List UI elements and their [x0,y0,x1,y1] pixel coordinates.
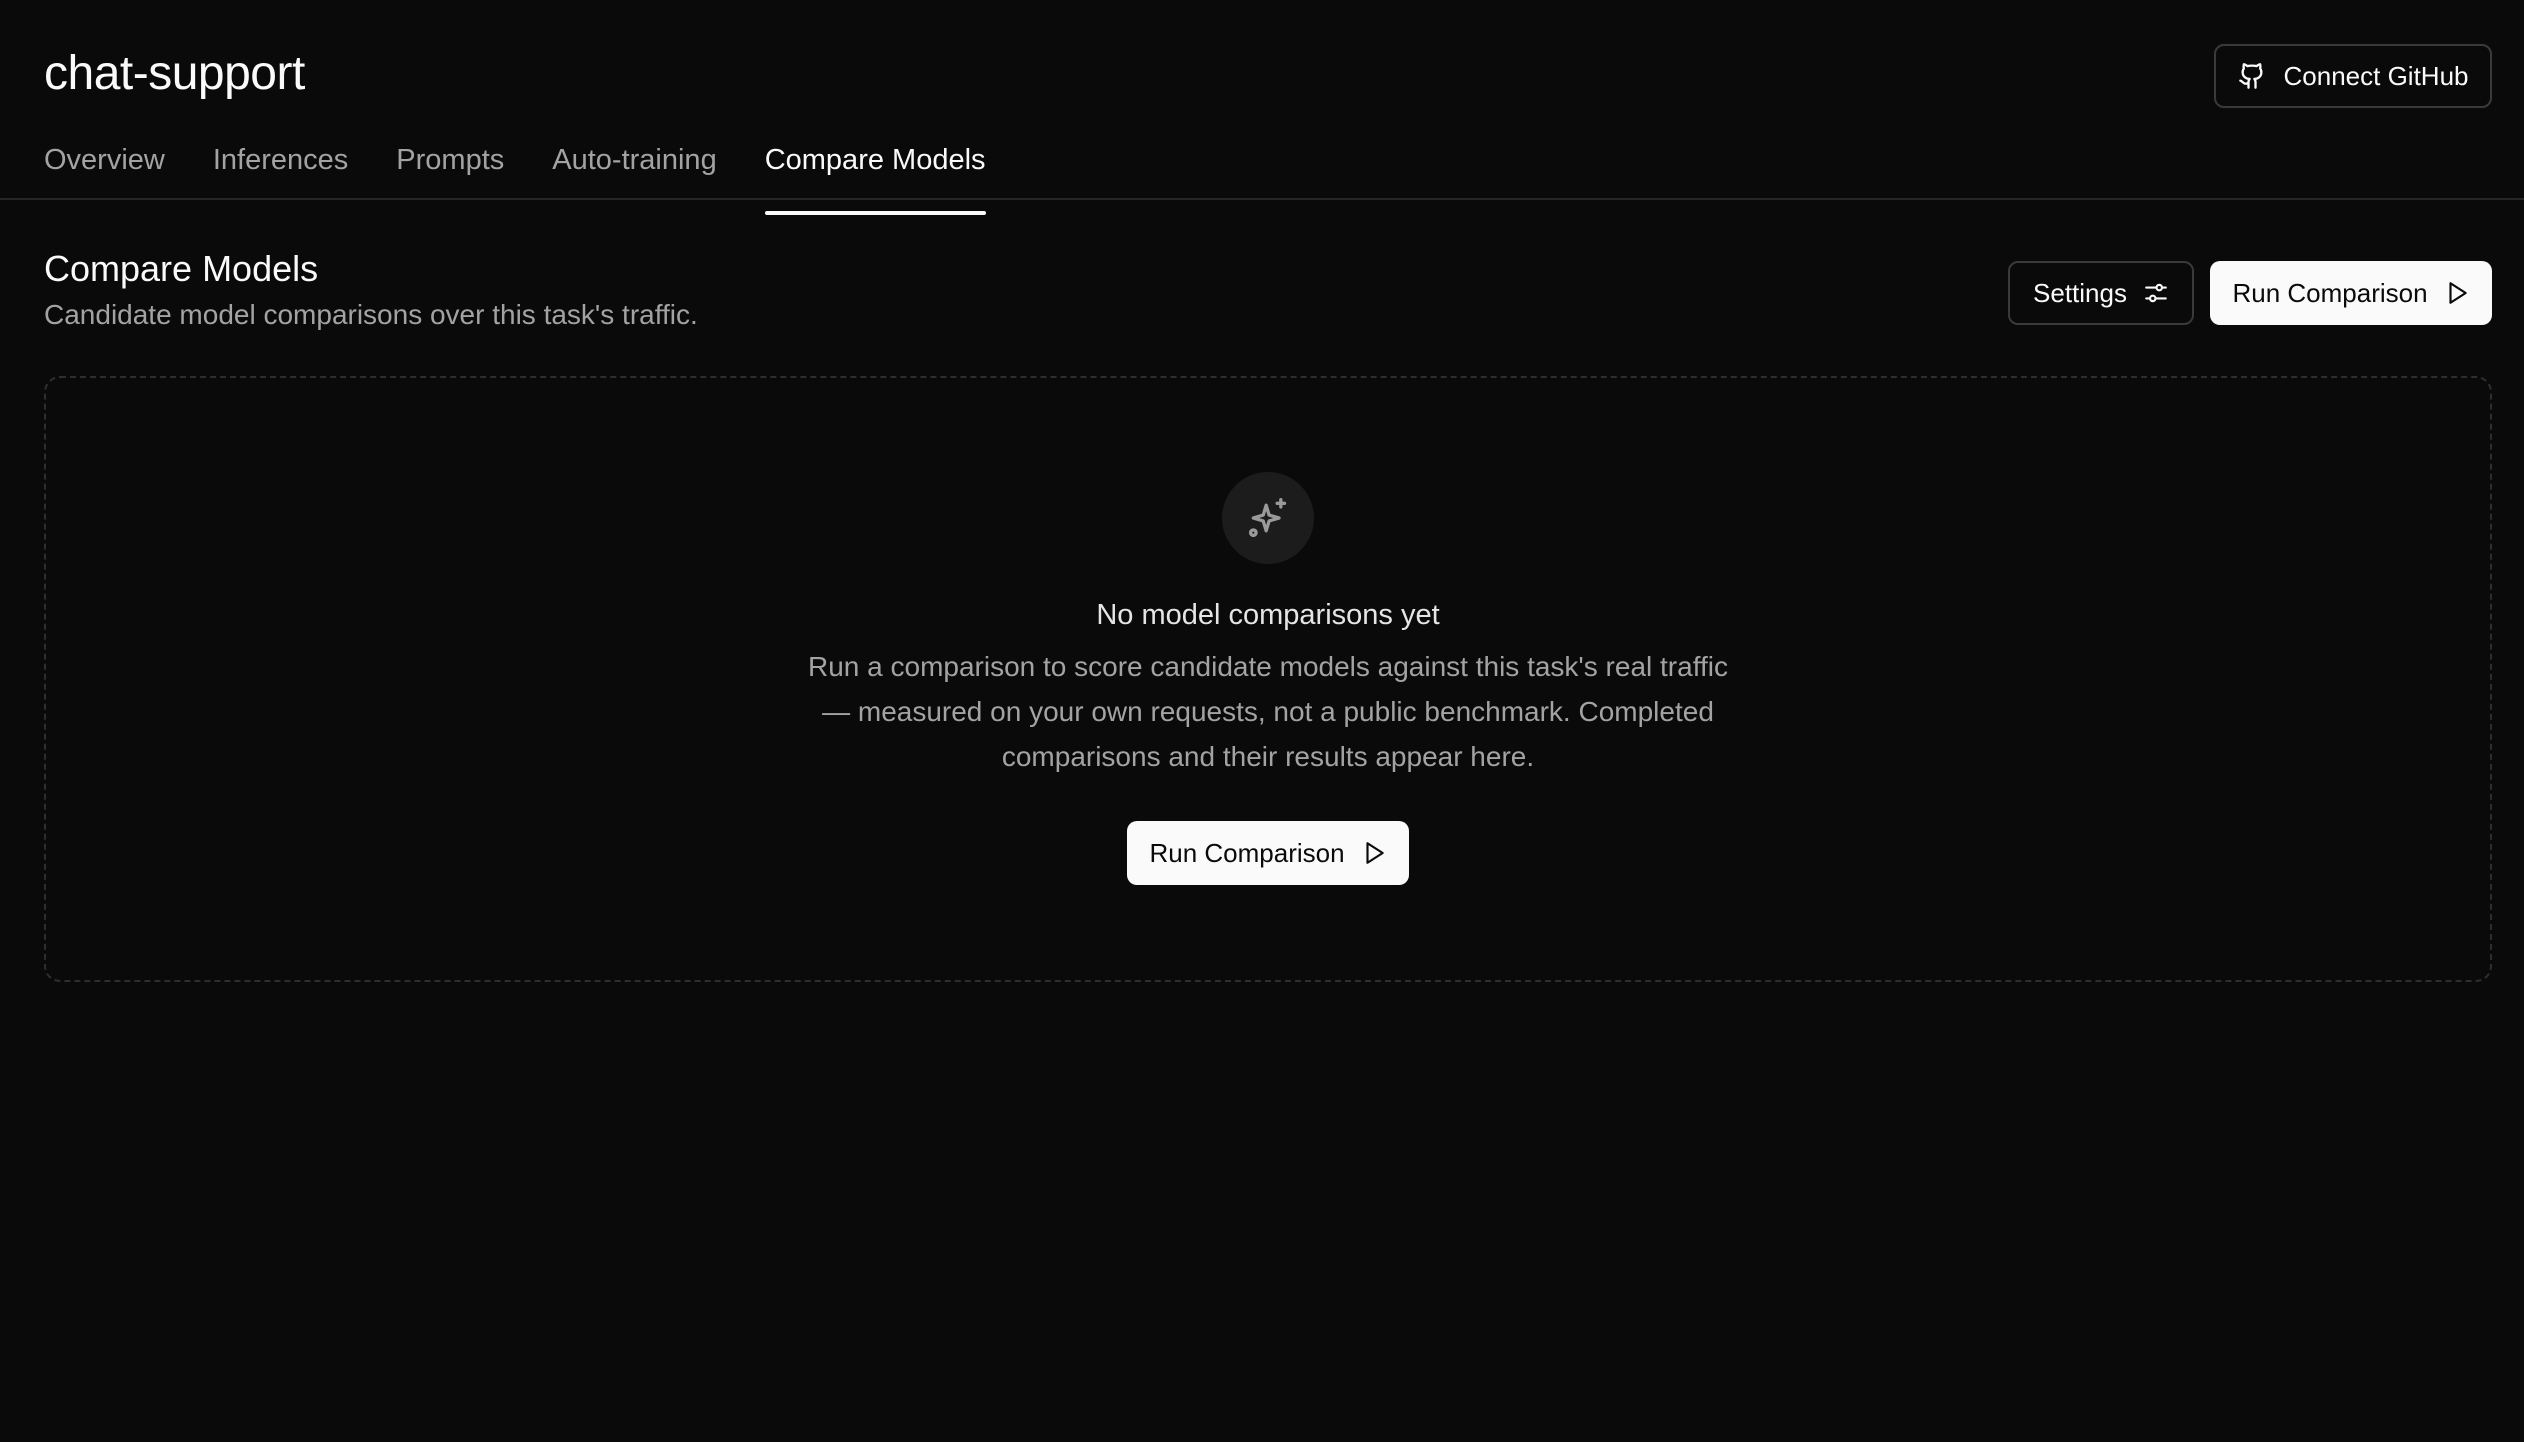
run-comparison-button[interactable]: Run Comparison [2210,261,2492,325]
settings-button[interactable]: Settings [2008,261,2194,325]
tab-inferences[interactable]: Inferences [213,136,348,200]
tab-prompts[interactable]: Prompts [396,136,504,200]
sparkles-icon [1248,498,1287,538]
tab-compare-models[interactable]: Compare Models [764,136,986,215]
empty-run-comparison-button[interactable]: Run Comparison [1127,821,1409,885]
sliders-icon [2145,283,2167,303]
tab-overview[interactable]: Overview [44,136,165,200]
run-comparison-label: Run Comparison [1149,837,1345,868]
tab-auto-training[interactable]: Auto-training [552,136,716,200]
empty-state-description: Run a comparison to score candidate mode… [808,651,1728,772]
github-icon [2238,63,2263,89]
connect-github-label: Connect GitHub [2283,60,2469,91]
settings-label: Settings [2033,277,2127,308]
connect-github-button[interactable]: Connect GitHub [2214,44,2492,108]
section-title: Compare Models [44,248,319,289]
section-subtitle: Candidate model comparisons over this ta… [44,299,698,330]
tab-bar: Overview Inferences Prompts Auto-trainin… [44,136,986,215]
run-comparison-label: Run Comparison [2232,277,2428,308]
empty-state-icon-circle [1222,472,1314,564]
app-title: chat-support [44,47,305,100]
page-header: chat-support Connect GitHub Overview Inf… [0,0,2524,215]
play-icon [2448,282,2467,304]
empty-state-title: No model comparisons yet [1096,599,1440,631]
play-icon [1365,842,1384,864]
